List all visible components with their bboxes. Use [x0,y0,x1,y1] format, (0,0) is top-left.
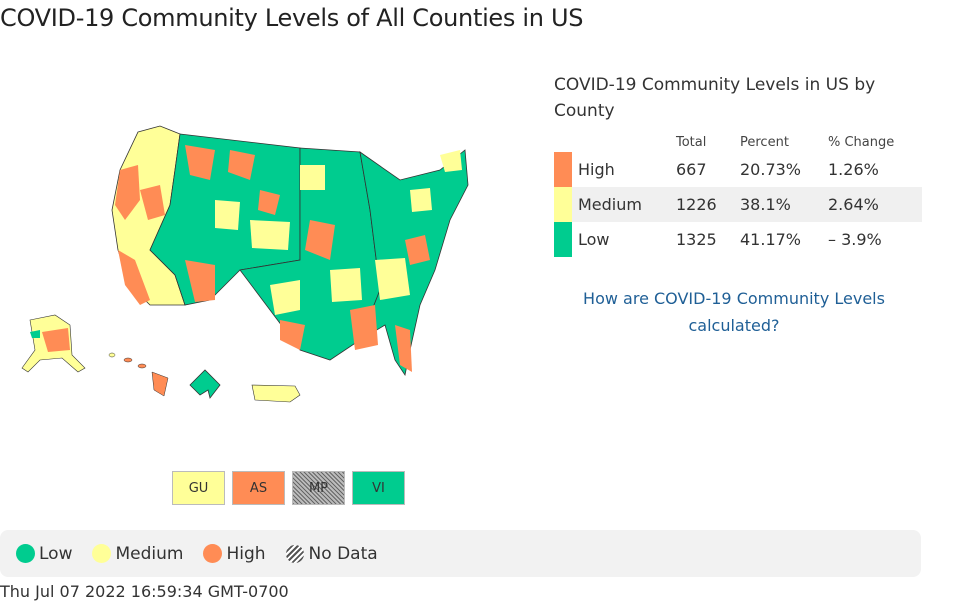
row-total: 1325 [676,230,717,249]
legend-item-no-data[interactable]: No Data [285,543,378,564]
territory-mp[interactable]: MP [292,471,345,505]
how-calculated-link[interactable]: How are COVID-19 Community Levels calcul… [554,285,914,339]
medium-circle-icon [92,544,112,563]
territory-gu[interactable]: GU [172,471,225,505]
hatched-circle-icon [285,544,304,563]
row-total: 1226 [676,195,717,214]
legend-item-low[interactable]: Low [16,544,72,564]
alaska[interactable] [21,314,86,373]
row-change: 2.64% [828,195,879,214]
header-percent: Percent [740,134,789,150]
medium-swatch-icon [554,187,572,222]
low-swatch-icon [554,222,572,257]
legend-label: High [226,543,266,564]
table-row-high: High 667 20.73% 1.26% [554,152,922,187]
hawaii[interactable] [108,352,169,397]
table-row-low: Low 1325 41.17% – 3.9% [554,222,922,257]
row-total: 667 [676,160,707,179]
table-header: Total Percent % Change [554,132,922,152]
district-of-columbia[interactable] [189,369,221,399]
map-legend: Low Medium High No Data [0,530,921,577]
row-level: High [578,160,615,179]
legend-label: No Data [308,543,378,564]
header-change: % Change [828,134,895,150]
legend-item-high[interactable]: High [203,543,266,564]
summary-title: COVID-19 Community Levels in US by Count… [554,75,876,121]
timestamp: Thu Jul 07 2022 16:59:34 GMT-0700 [0,582,289,601]
legend-label: Medium [115,543,184,564]
row-level: Low [578,230,610,249]
territory-vi[interactable]: VI [352,471,405,505]
us-county-map[interactable] [0,110,480,430]
low-circle-icon [16,544,35,563]
page-title: COVID-19 Community Levels of All Countie… [0,4,584,32]
high-circle-icon [203,544,223,563]
legend-item-medium[interactable]: Medium [92,544,183,564]
header-total: Total [676,134,707,150]
row-percent: 38.1% [740,195,791,214]
summary-table: Total Percent % Change High 667 20.73% 1… [554,132,922,257]
row-percent: 41.17% [740,230,802,249]
row-change: – 3.9% [828,230,882,249]
territory-boxes: GU AS MP VI [172,471,405,505]
row-level: Medium [578,195,642,214]
table-row-medium: Medium 1226 38.1% 2.64% [554,187,922,222]
row-percent: 20.73% [740,160,802,179]
high-swatch-icon [554,152,572,187]
contiguous-us[interactable] [111,125,469,377]
summary-panel: COVID-19 Community Levels in US by Count… [554,72,922,257]
row-change: 1.26% [828,160,879,179]
legend-label: Low [39,543,73,564]
territory-as[interactable]: AS [232,471,285,505]
puerto-rico[interactable] [251,384,301,403]
